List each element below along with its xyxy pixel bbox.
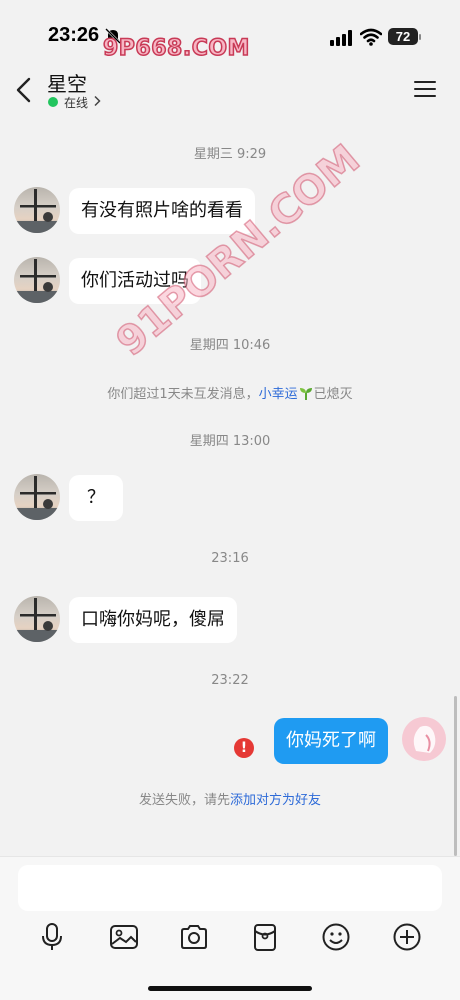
contact-avatar[interactable] (14, 596, 60, 642)
timestamp: 星期四 13:00 (189, 434, 271, 449)
my-avatar-image (402, 717, 446, 761)
plus-icon[interactable] (391, 921, 423, 953)
message-bubble[interactable]: ？ (69, 475, 123, 521)
emoji-icon[interactable] (320, 921, 352, 953)
status-time: 23:26 (48, 24, 100, 46)
watermark-diagonal: 91PORN.COM (107, 135, 369, 366)
sprout-icon (299, 388, 312, 400)
send-failed-notice: 发送失败，请先添加对方为好友 (0, 789, 460, 808)
contact-name[interactable]: 星空 (47, 68, 87, 97)
watermark-top: 9P668.COM (102, 35, 250, 62)
message-bubble[interactable]: 你们活动过吗 (69, 258, 201, 304)
avatar-image (14, 259, 60, 303)
contact-avatar[interactable] (14, 187, 60, 233)
lucky-streak-link[interactable]: 小幸运 (259, 387, 298, 402)
menu-icon[interactable] (414, 79, 436, 99)
timestamp: 星期四 10:46 (189, 338, 271, 353)
home-indicator[interactable] (148, 986, 312, 991)
online-status-text[interactable]: 在线 (64, 94, 88, 111)
chat-header: 星空 在线 (0, 64, 460, 116)
timestamp: 23:16 (211, 551, 249, 566)
my-avatar[interactable] (402, 717, 446, 761)
system-notice: 你们超过1天未互发消息，小幸运 已熄灭 (0, 383, 460, 402)
avatar-image (14, 189, 60, 233)
status-bar: 23:26 9P668.COM 72 (0, 0, 460, 64)
input-panel (0, 856, 460, 1000)
battery-tip (419, 34, 421, 40)
message-bubble[interactable]: 有没有照片啥的看看 (69, 188, 255, 234)
add-friend-link[interactable]: 添加对方为好友 (230, 793, 321, 808)
battery-indicator: 72 (388, 28, 418, 45)
camera-icon[interactable] (178, 921, 210, 953)
timestamp: 星期三 9:29 (193, 147, 267, 162)
image-icon[interactable] (108, 921, 140, 953)
red-packet-icon[interactable] (249, 921, 281, 953)
signal-icon (330, 30, 352, 46)
send-failed-icon[interactable]: ! (234, 738, 254, 758)
message-input[interactable] (18, 865, 442, 911)
scrollbar[interactable] (454, 696, 457, 856)
send-failed-text: 发送失败，请先 (138, 793, 230, 808)
wifi-icon (360, 28, 382, 46)
contact-avatar[interactable] (14, 257, 60, 303)
back-icon[interactable] (14, 76, 34, 104)
avatar-image (14, 598, 60, 642)
my-message-bubble[interactable]: 你妈死了啊 (274, 718, 388, 764)
system-notice-text: 你们超过1天未互发消息， (107, 387, 259, 402)
online-status-dot (48, 97, 58, 107)
mic-icon[interactable] (36, 921, 68, 953)
chevron-right-icon[interactable] (92, 95, 102, 107)
timestamp: 23:22 (211, 673, 249, 688)
avatar-image (14, 476, 60, 520)
message-bubble[interactable]: 口嗨你妈呢，傻屌 (69, 597, 237, 643)
contact-avatar[interactable] (14, 474, 60, 520)
system-notice-suffix: 已熄灭 (313, 387, 353, 402)
